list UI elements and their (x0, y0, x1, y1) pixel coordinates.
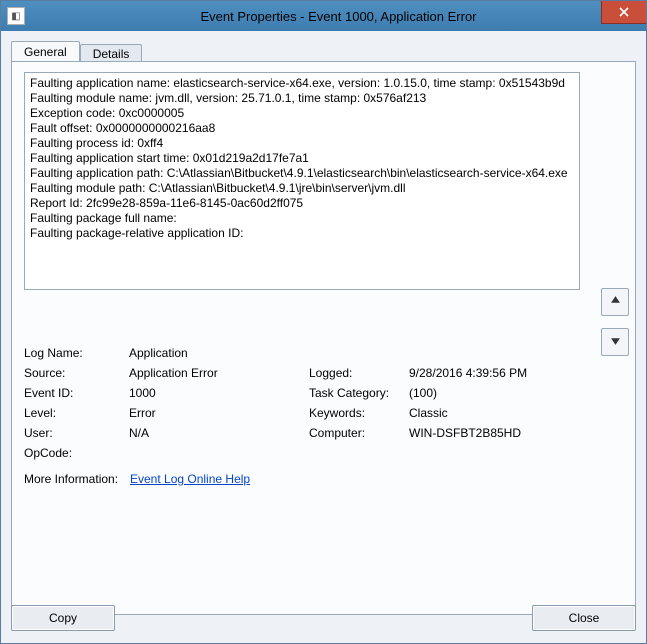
event-properties-window: ◧ Event Properties - Event 1000, Applica… (0, 0, 647, 644)
log-name-label: Log Name: (24, 346, 129, 360)
event-description[interactable]: Faulting application name: elasticsearch… (24, 72, 580, 290)
previous-event-button[interactable] (601, 288, 629, 316)
tab-panel-general: Faulting application name: elasticsearch… (11, 61, 636, 615)
close-icon (619, 6, 629, 19)
title-bar: ◧ Event Properties - Event 1000, Applica… (1, 1, 646, 31)
more-information-label: More Information: (24, 472, 130, 486)
computer-value: WIN-DSFBT2B85HD (409, 426, 569, 440)
logged-value: 9/28/2016 4:39:56 PM (409, 366, 569, 380)
level-value: Error (129, 406, 309, 420)
source-value: Application Error (129, 366, 309, 380)
computer-label: Computer: (309, 426, 409, 440)
event-log-online-help-link[interactable]: Event Log Online Help (130, 472, 250, 486)
copy-button[interactable]: Copy (11, 605, 115, 631)
user-label: User: (24, 426, 129, 440)
opcode-value (129, 446, 569, 460)
user-value: N/A (129, 426, 309, 440)
tab-general[interactable]: General (11, 41, 80, 62)
tab-strip: General Details (11, 39, 636, 61)
keywords-label: Keywords: (309, 406, 409, 420)
logged-label: Logged: (309, 366, 409, 380)
close-button[interactable]: Close (532, 605, 636, 631)
event-properties-grid: Log Name: Application Source: Applicatio… (24, 346, 623, 460)
opcode-label: OpCode: (24, 446, 129, 460)
window-close-button[interactable] (601, 1, 646, 24)
source-label: Source: (24, 366, 129, 380)
log-name-value: Application (129, 346, 569, 360)
more-information-row: More Information: Event Log Online Help (24, 472, 623, 486)
window-title: Event Properties - Event 1000, Applicati… (31, 9, 646, 24)
keywords-value: Classic (409, 406, 569, 420)
level-label: Level: (24, 406, 129, 420)
task-category-label: Task Category: (309, 386, 409, 400)
app-icon: ◧ (7, 7, 25, 25)
task-category-value: (100) (409, 386, 569, 400)
event-id-label: Event ID: (24, 386, 129, 400)
event-id-value: 1000 (129, 386, 309, 400)
arrow-down-icon (610, 335, 621, 349)
next-event-button[interactable] (601, 328, 629, 356)
arrow-up-icon (610, 295, 621, 309)
